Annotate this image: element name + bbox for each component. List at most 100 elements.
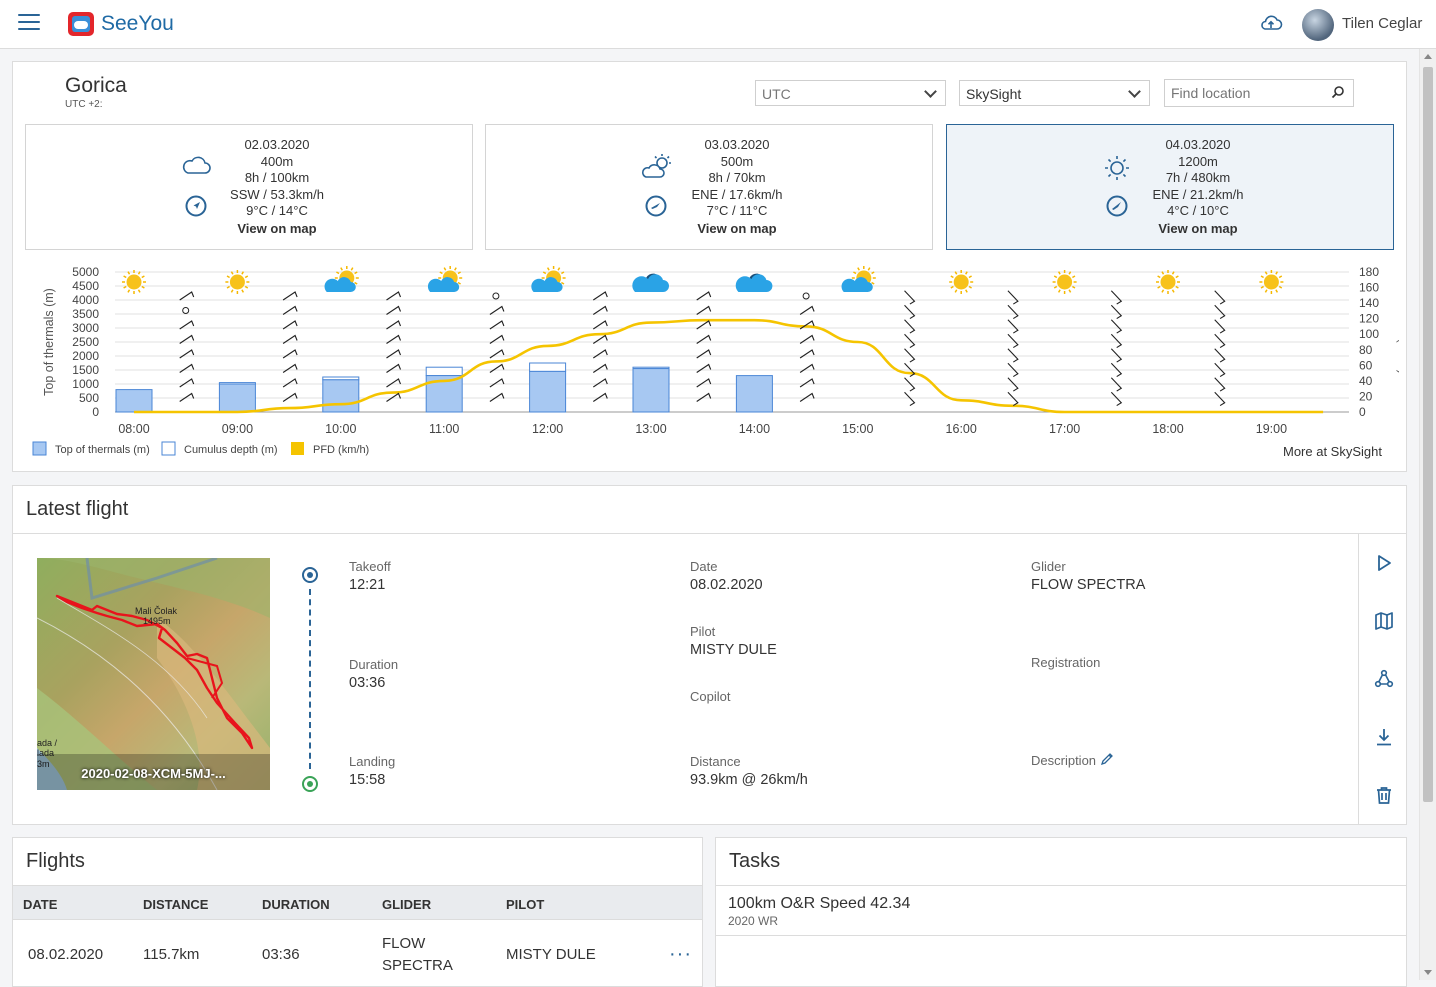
day-height: 400m — [260, 153, 294, 169]
avatar[interactable] — [1302, 9, 1334, 41]
share-icon[interactable] — [1373, 668, 1395, 690]
wind-direction-icon — [645, 195, 667, 217]
day-card-1[interactable]: 02.03.2020 400m 8h / 100km SSW / 53.3km/… — [25, 124, 473, 250]
cloud-icon — [182, 156, 211, 174]
user-name[interactable]: Tilen Ceglar — [1342, 15, 1422, 32]
map-edge-label: ada / — [37, 738, 58, 748]
column-header-distance[interactable]: DISTANCE — [143, 897, 208, 912]
y-left-tick-label: 0 — [92, 405, 99, 419]
cumulus-depth-bar — [529, 362, 567, 372]
x-tick-label: 19:00 — [1256, 422, 1287, 436]
sun-icon — [1259, 270, 1284, 294]
view-on-map-link[interactable]: View on map — [682, 221, 792, 238]
wind-barb-column — [179, 291, 195, 402]
thermal-bar — [632, 368, 670, 413]
more-at-skysight-link[interactable]: More at SkySight — [1283, 444, 1382, 459]
flight-map-thumbnail[interactable]: Mali Čolak 1495m ada / lada 3m 2020-02-0… — [37, 558, 270, 790]
task-name: 100km O&R Speed 42.34 — [728, 895, 911, 912]
y-left-tick-label: 4500 — [72, 279, 99, 293]
copilot-field: Copilot — [690, 689, 730, 704]
source-select[interactable]: SkySight — [959, 80, 1150, 106]
y-left-tick-label: 2500 — [72, 335, 99, 349]
trash-icon[interactable] — [1373, 784, 1395, 806]
cloud-upload-icon[interactable] — [1259, 13, 1283, 33]
divider — [716, 935, 1406, 936]
glider-label: Glider — [1031, 559, 1066, 574]
cell-distance: 115.7km — [143, 946, 200, 963]
takeoff-value: 12:21 — [349, 577, 386, 593]
y-left-tick-label: 1000 — [72, 377, 99, 391]
search-icon[interactable] — [1331, 85, 1345, 99]
column-header-pilot[interactable]: PILOT — [506, 897, 544, 912]
takeoff-field: Takeoff 12:21 — [349, 559, 391, 593]
map-icon[interactable] — [1373, 610, 1395, 632]
timeline-line — [309, 589, 311, 769]
tasks-title: Tasks — [729, 850, 781, 872]
partly-cloudy-icon — [531, 266, 566, 292]
brand-name[interactable]: SeeYou — [101, 12, 174, 36]
day-card-2[interactable]: 03.03.2020 500m 8h / 70km ENE / 17.6km/h… — [485, 124, 933, 250]
find-location-input[interactable] — [1164, 79, 1354, 107]
day-card-3[interactable]: 04.03.2020 1200m 7h / 480km ENE / 21.2km… — [946, 124, 1394, 250]
view-on-map-link[interactable]: View on map — [1143, 221, 1253, 238]
seeyou-logo-icon[interactable] — [68, 12, 94, 36]
registration-label: Registration — [1031, 655, 1101, 670]
x-tick-label: 13:00 — [635, 422, 666, 436]
legend-swatch-cumulus — [161, 441, 176, 456]
cloud-icon — [735, 273, 773, 292]
day-hours: 8h / 70km — [708, 170, 766, 185]
date-label: Date — [690, 559, 718, 574]
duration-value: 03:36 — [349, 675, 386, 691]
source-select-value: SkySight — [966, 86, 1022, 102]
sun-icon — [122, 270, 146, 294]
column-header-glider[interactable]: GLIDER — [382, 897, 431, 912]
wind-barb-column — [1214, 290, 1226, 407]
menu-icon[interactable] — [18, 14, 40, 34]
play-icon[interactable] — [1373, 552, 1395, 574]
scroll-thumb[interactable] — [1423, 67, 1433, 802]
y-right-axis-label: PFD (km/h) — [1396, 310, 1399, 374]
wind-barb-column — [282, 291, 298, 402]
pencil-icon[interactable] — [1100, 752, 1114, 766]
column-header-duration[interactable]: DURATION — [262, 897, 330, 912]
view-on-map-link[interactable]: View on map — [222, 221, 332, 238]
y-left-tick-label: 1500 — [72, 363, 99, 377]
y-left-tick-label: 2000 — [72, 349, 99, 363]
thermal-forecast-chart: 0500100015002000250030003500400045005000… — [32, 265, 1399, 456]
top-bar: SeeYou Tilen Ceglar — [0, 0, 1436, 49]
partly-cloudy-icon — [324, 266, 359, 292]
download-icon[interactable] — [1373, 726, 1395, 748]
more-options-icon[interactable]: ··· — [669, 943, 692, 966]
column-header-date[interactable]: DATE — [23, 897, 57, 912]
legend-label: Top of thermals (m) — [55, 444, 150, 456]
y-left-tick-label: 3000 — [72, 321, 99, 335]
scrollbar[interactable] — [1419, 49, 1436, 980]
timezone-select[interactable]: UTC — [755, 80, 946, 106]
x-tick-label: 09:00 — [222, 422, 253, 436]
legend-label: Cumulus depth (m) — [184, 444, 278, 456]
x-tick-label: 17:00 — [1049, 422, 1080, 436]
y-right-tick-label: 80 — [1359, 343, 1373, 357]
sun-icon — [1156, 270, 1180, 294]
x-tick-label: 08:00 — [118, 422, 149, 436]
cell-glider-line2: SPECTRA — [382, 957, 453, 974]
legend-label: PFD (km/h) — [313, 444, 369, 456]
wind-barb-column — [592, 291, 608, 402]
landing-field: Landing 15:58 — [349, 754, 395, 788]
cell-glider: FLOW — [382, 935, 426, 952]
landing-value: 15:58 — [349, 772, 386, 788]
x-tick-label: 14:00 — [739, 422, 770, 436]
day-hours: 8h / 100km — [244, 170, 310, 185]
registration-field: Registration — [1031, 655, 1100, 670]
day-temp: 7°C / 11°C — [706, 203, 768, 218]
landing-marker-icon — [302, 776, 318, 792]
pilot-field: Pilot MISTY DULE — [690, 624, 777, 658]
scroll-down-icon[interactable] — [1424, 970, 1432, 975]
divider — [716, 885, 1406, 886]
latest-flight-title: Latest flight — [26, 498, 129, 520]
map-peak-label: Mali Čolak — [135, 606, 178, 616]
landing-label: Landing — [349, 754, 396, 769]
x-tick-label: 11:00 — [429, 422, 459, 436]
day-date: 02.03.2020 — [244, 137, 310, 152]
scroll-up-icon[interactable] — [1424, 54, 1432, 59]
